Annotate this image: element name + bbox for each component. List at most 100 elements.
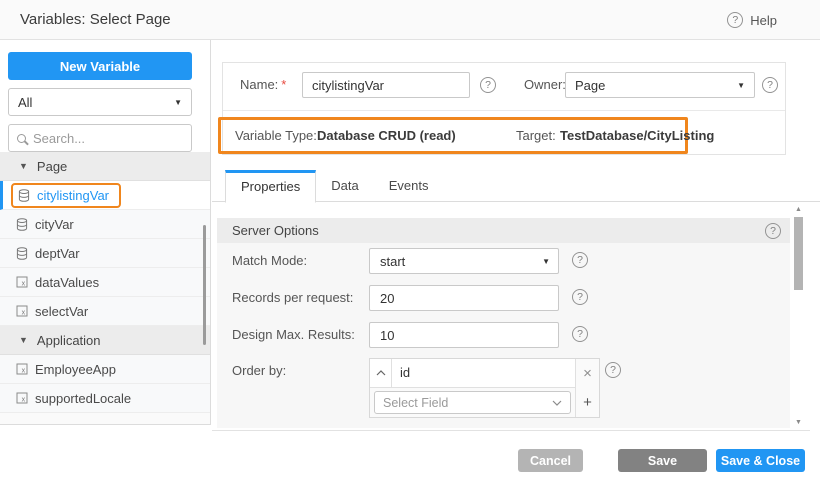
tree-group-application[interactable]: ▼ Application — [0, 326, 210, 355]
records-per-request-input[interactable] — [369, 285, 559, 311]
svg-text:x: x — [22, 281, 26, 288]
order-by-help-icon[interactable]: ? — [605, 362, 621, 378]
model-variable-icon: x — [16, 392, 28, 404]
help-circle-icon: ? — [727, 12, 743, 28]
remove-order-field-button[interactable]: × — [576, 359, 599, 388]
search-input[interactable] — [33, 131, 173, 146]
tree-group-page[interactable]: ▼ Page — [0, 152, 210, 181]
design-max-results-help-icon[interactable]: ? — [572, 326, 588, 342]
match-mode-select[interactable]: start ▼ — [369, 248, 559, 274]
footer-divider — [212, 430, 810, 431]
tree-item-datavalues[interactable]: x dataValues — [0, 268, 210, 297]
save-and-close-button[interactable]: Save & Close — [716, 449, 805, 472]
design-max-results-control — [369, 322, 559, 348]
server-options-panel: Server Options ? Match Mode: start ▼ ? R… — [217, 218, 790, 428]
server-options-header: Server Options ? — [217, 218, 790, 243]
select-field-placeholder: Select Field — [383, 396, 448, 410]
tree-item-label: supportedLocale — [35, 391, 131, 406]
records-per-request-control — [369, 285, 559, 311]
tree-item-supportedlocale[interactable]: x supportedLocale — [0, 384, 210, 413]
sort-direction-toggle[interactable] — [370, 359, 392, 387]
panel-scrollbar[interactable]: ▲ ▼ — [792, 204, 805, 428]
cancel-button[interactable]: Cancel — [518, 449, 583, 472]
owner-select[interactable]: Page ▼ — [565, 72, 755, 98]
tree-item-cityvar[interactable]: cityVar — [0, 210, 210, 239]
model-variable-icon: x — [16, 363, 28, 375]
select-field-dropdown[interactable]: Select Field — [374, 391, 571, 414]
match-mode-help-icon[interactable]: ? — [572, 252, 588, 268]
model-variable-icon: x — [16, 276, 28, 288]
tree-filler — [0, 413, 210, 424]
new-variable-button[interactable]: New Variable — [8, 52, 192, 80]
chevron-down-icon — [552, 400, 562, 406]
name-label: Name:* — [240, 71, 286, 99]
variable-search[interactable] — [8, 124, 192, 152]
variables-dialog: Variables: Select Page ? Help New Variab… — [0, 0, 820, 486]
target-value: TestDatabase/CityListing — [560, 120, 714, 151]
dialog-header: Variables: Select Page ? Help — [0, 0, 820, 40]
match-mode-label: Match Mode: — [232, 248, 307, 274]
owner-help-icon[interactable]: ? — [762, 77, 778, 93]
variable-summary-card: Name:* ? Owner:* Page ▼ ? Variable Type:… — [222, 62, 786, 155]
target-label: Target: — [516, 120, 556, 151]
chevron-down-icon: ▼ — [19, 335, 28, 345]
tree-group-label: Page — [37, 159, 67, 174]
model-variable-icon: x — [16, 305, 28, 317]
order-by-actions-column: × + — [575, 359, 599, 417]
tab-properties[interactable]: Properties — [225, 170, 316, 203]
svg-text:x: x — [22, 397, 26, 404]
order-by-widget: id Select Field × + — [369, 358, 600, 418]
scroll-down-icon[interactable]: ▼ — [792, 419, 805, 426]
tree-item-deptvar[interactable]: deptVar — [0, 239, 210, 268]
match-mode-value: start — [380, 254, 405, 269]
order-by-rows: id Select Field — [370, 359, 575, 417]
records-per-request-label: Records per request: — [232, 285, 353, 311]
variable-filter-select[interactable]: All ▼ — [8, 88, 192, 116]
tree-item-label: cityVar — [35, 217, 74, 232]
variables-sidebar: New Variable All ▼ ▼ Page citylistingVar — [0, 40, 211, 425]
page-title: Variables: Select Page — [20, 0, 171, 40]
design-max-results-label: Design Max. Results: — [232, 322, 355, 348]
database-variable-icon — [16, 247, 28, 260]
design-max-results-input[interactable] — [369, 322, 559, 348]
variable-tree: ▼ Page citylistingVar cityVar — [0, 152, 210, 424]
svg-text:x: x — [22, 368, 26, 375]
name-input[interactable] — [302, 72, 470, 98]
tree-item-citylistingvar[interactable]: citylistingVar — [0, 181, 210, 210]
chevron-down-icon: ▼ — [174, 98, 182, 107]
server-options-title: Server Options — [232, 223, 319, 238]
tree-item-label: deptVar — [35, 246, 80, 261]
help-label: Help — [750, 13, 777, 28]
tree-item-label: citylistingVar — [37, 188, 109, 203]
filter-value: All — [18, 95, 32, 110]
name-help-icon[interactable]: ? — [480, 77, 496, 93]
database-variable-icon — [16, 218, 28, 231]
server-options-help-icon[interactable]: ? — [765, 223, 781, 239]
required-marker: * — [281, 77, 286, 92]
variable-type-highlight-box: Variable Type: Database CRUD (read) Targ… — [218, 117, 688, 154]
tree-item-employeeapp[interactable]: x EmployeeApp — [0, 355, 210, 384]
add-order-field-button[interactable]: + — [576, 388, 599, 417]
chevron-down-icon: ▼ — [19, 161, 28, 171]
owner-value: Page — [575, 78, 605, 93]
card-divider — [223, 110, 785, 111]
order-by-label: Order by: — [232, 358, 286, 384]
sidebar-scrollbar-thumb[interactable] — [203, 225, 206, 345]
scroll-up-icon[interactable]: ▲ — [792, 206, 805, 213]
tab-events[interactable]: Events — [374, 170, 444, 201]
selection-highlight-box: citylistingVar — [11, 183, 121, 208]
tree-item-label: EmployeeApp — [35, 362, 116, 377]
match-mode-control: start ▼ — [369, 248, 559, 274]
svg-text:x: x — [22, 310, 26, 317]
records-per-request-help-icon[interactable]: ? — [572, 289, 588, 305]
tree-item-label: dataValues — [35, 275, 99, 290]
tab-data[interactable]: Data — [316, 170, 373, 201]
tree-item-selectvar[interactable]: x selectVar — [0, 297, 210, 326]
order-by-add-row: Select Field — [370, 388, 575, 417]
save-button[interactable]: Save — [618, 449, 707, 472]
help-button[interactable]: ? Help — [727, 0, 777, 40]
variable-type-value: Database CRUD (read) — [317, 120, 456, 151]
variable-type-label: Variable Type: — [235, 120, 317, 151]
scrollbar-thumb[interactable] — [794, 217, 803, 290]
order-by-row: id — [370, 359, 575, 388]
